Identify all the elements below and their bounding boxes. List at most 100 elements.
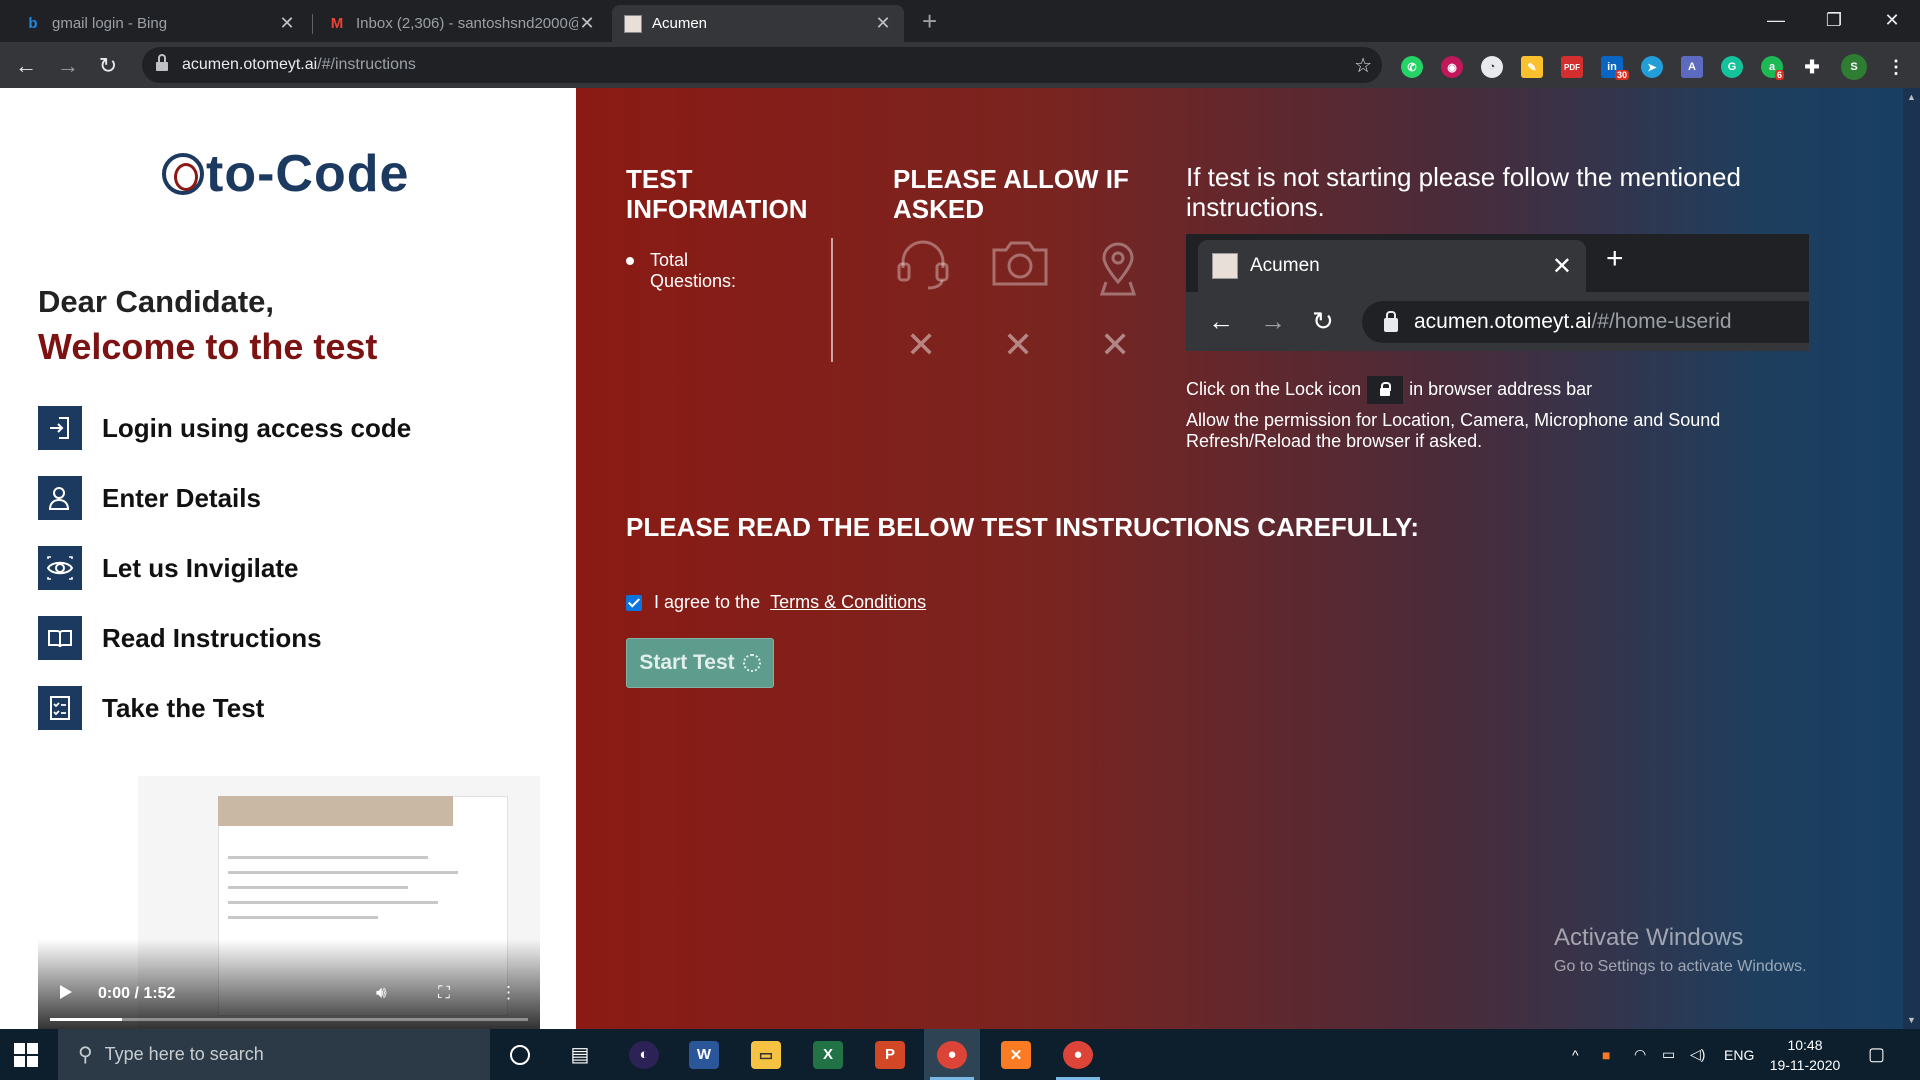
eye-icon: [38, 546, 82, 590]
minimize-icon[interactable]: —: [1748, 0, 1804, 40]
system-clock[interactable]: 10:48 19-11-2020: [1768, 1035, 1842, 1075]
search-icon: ⚲: [78, 1044, 93, 1066]
forward-icon[interactable]: →: [54, 52, 82, 80]
agree-checkbox[interactable]: [626, 594, 642, 611]
play-icon[interactable]: [60, 985, 72, 999]
step-invigilate: Let us Invigilate: [38, 546, 299, 590]
step-read-instructions: Read Instructions: [38, 616, 322, 660]
tab-bing[interactable]: b gmail login - Bing ✕: [12, 5, 308, 42]
browser-toolbar: ← → ↻ acumen.otomeyt.ai/#/instructions ☆…: [0, 42, 1920, 88]
powerpoint-icon[interactable]: P: [862, 1029, 918, 1080]
video-frame-line: [228, 901, 438, 904]
mock-address-bar: acumen.otomeyt.ai/#/home-userid: [1362, 301, 1809, 343]
video-frame-line: [228, 886, 408, 889]
grammarly-icon[interactable]: G: [1721, 56, 1743, 78]
bing-icon: b: [28, 15, 38, 32]
volume-icon[interactable]: ◁): [1690, 1029, 1705, 1080]
excel-icon[interactable]: X: [800, 1029, 856, 1080]
fullscreen-icon[interactable]: ⛶: [438, 983, 450, 1003]
taskbar-search-box[interactable]: ⚲ Type here to search: [58, 1029, 490, 1080]
login-icon: [38, 406, 82, 450]
translate-icon[interactable]: A: [1681, 56, 1703, 78]
lock-icon[interactable]: [156, 53, 168, 72]
bookmark-star-icon[interactable]: ☆: [1354, 53, 1372, 78]
acumen-favicon: [624, 14, 642, 33]
location-icon: [1098, 242, 1138, 303]
read-instructions-heading: PLEASE READ THE BELOW TEST INSTRUCTIONS …: [626, 512, 1420, 542]
video-frame-line: [228, 916, 378, 919]
total-questions-item: Total Questions:: [626, 250, 760, 292]
start-test-button[interactable]: Start Test: [626, 638, 774, 688]
notification-icon[interactable]: ▢: [1868, 1029, 1885, 1080]
agree-row: I agree to the Terms & Conditions: [626, 592, 926, 613]
step-take-test: Take the Test: [38, 686, 264, 730]
windows-start-icon[interactable]: [14, 1043, 38, 1067]
new-tab-icon[interactable]: +: [922, 6, 937, 37]
forward-icon: →: [1260, 306, 1286, 336]
profile-avatar[interactable]: S: [1841, 54, 1867, 80]
welcome-heading: Welcome to the test: [38, 326, 378, 367]
language-indicator[interactable]: ENG: [1724, 1029, 1754, 1080]
file-explorer-icon[interactable]: ▭: [738, 1029, 794, 1080]
chrome-icon[interactable]: ●: [924, 1029, 980, 1080]
video-controls: [38, 939, 540, 1029]
close-tab-icon[interactable]: ✕: [874, 13, 892, 34]
back-icon: ←: [1208, 306, 1234, 336]
oto-code-logo: to-Code: [162, 144, 409, 204]
lock-instruction: Click on the Lock icon in browser address…: [1186, 376, 1592, 404]
restore-icon[interactable]: ❐: [1806, 0, 1862, 40]
keep-icon[interactable]: ✎: [1521, 56, 1543, 78]
video-time: 0:00 / 1:52: [98, 985, 176, 1002]
browser-tab-bar: b gmail login - Bing ✕ M Inbox (2,306) -…: [0, 0, 1920, 42]
tray-chevron-icon[interactable]: ^: [1572, 1029, 1579, 1080]
gmail-icon: M: [330, 15, 344, 32]
close-tab-icon[interactable]: ✕: [578, 13, 596, 34]
plus-icon: +: [1606, 242, 1624, 275]
allow-permissions-heading: PLEASE ALLOW IF ASKED: [893, 164, 1129, 224]
whatsapp-icon[interactable]: ✆: [1401, 56, 1423, 78]
record-icon[interactable]: ◉: [1441, 56, 1463, 78]
scroll-up-icon[interactable]: ▲: [1907, 92, 1916, 102]
right-panel: [576, 88, 1920, 1029]
loading-spinner-icon: [742, 654, 761, 672]
headset-denied-icon: ✕: [906, 324, 937, 365]
terms-link[interactable]: Terms & Conditions: [770, 592, 926, 613]
reload-icon[interactable]: ↻: [94, 52, 122, 80]
page-scrollbar[interactable]: ▲ ▼: [1903, 88, 1920, 1029]
battery-icon[interactable]: ▭: [1662, 1029, 1675, 1080]
volume-icon[interactable]: 🔊︎: [376, 983, 387, 1003]
step-login: Login using access code: [38, 406, 411, 450]
tray-xampp-icon[interactable]: ■: [1602, 1029, 1610, 1080]
video-progress-bar[interactable]: [50, 1018, 528, 1021]
extension-badge-icon[interactable]: a6: [1761, 56, 1785, 80]
task-view-icon[interactable]: ▤: [552, 1029, 608, 1080]
eclipse-icon[interactable]: ◐: [616, 1029, 672, 1080]
close-window-icon[interactable]: ✕: [1864, 0, 1920, 40]
step-enter-details: Enter Details: [38, 476, 261, 520]
camera-icon: [990, 238, 1050, 293]
telegram-icon[interactable]: ➤: [1641, 56, 1663, 78]
more-options-icon[interactable]: ⋮: [500, 983, 517, 1003]
menu-kebab-icon[interactable]: ⋮: [1885, 56, 1907, 78]
address-bar[interactable]: acumen.otomeyt.ai/#/instructions ☆: [142, 47, 1382, 83]
xampp-icon[interactable]: ✕: [988, 1029, 1044, 1080]
close-icon: ✕: [1551, 252, 1572, 280]
pdf-icon[interactable]: PDF: [1561, 56, 1583, 78]
scroll-down-icon[interactable]: ▼: [1907, 1015, 1916, 1025]
mock-toolbar: ← → ↻ acumen.otomeyt.ai/#/home-userid: [1186, 292, 1809, 351]
wifi-icon[interactable]: ◠: [1634, 1029, 1646, 1080]
speedometer-icon[interactable]: ◔: [1481, 56, 1503, 78]
cortana-icon[interactable]: [492, 1029, 548, 1080]
browser-mockup-image: Acumen ✕ + ← → ↻ acumen.otomeyt.ai/#/hom…: [1186, 234, 1809, 351]
chrome-profile-icon[interactable]: ●: [1050, 1029, 1106, 1080]
word-icon[interactable]: W: [676, 1029, 732, 1080]
linkedin-icon[interactable]: in 30: [1601, 56, 1630, 80]
back-icon[interactable]: ←: [12, 52, 40, 80]
extensions-puzzle-icon[interactable]: ✚: [1801, 56, 1823, 78]
tab-acumen[interactable]: Acumen ✕: [612, 5, 904, 42]
lock-icon: [1384, 311, 1398, 332]
tab-gmail[interactable]: M Inbox (2,306) - santoshsnd2000@ ✕: [316, 5, 608, 42]
close-tab-icon[interactable]: ✕: [278, 13, 296, 34]
lock-icon: [1367, 376, 1404, 404]
tutorial-video-player[interactable]: 0:00 / 1:52 🔊︎ ⛶ ⋮: [38, 776, 540, 1029]
